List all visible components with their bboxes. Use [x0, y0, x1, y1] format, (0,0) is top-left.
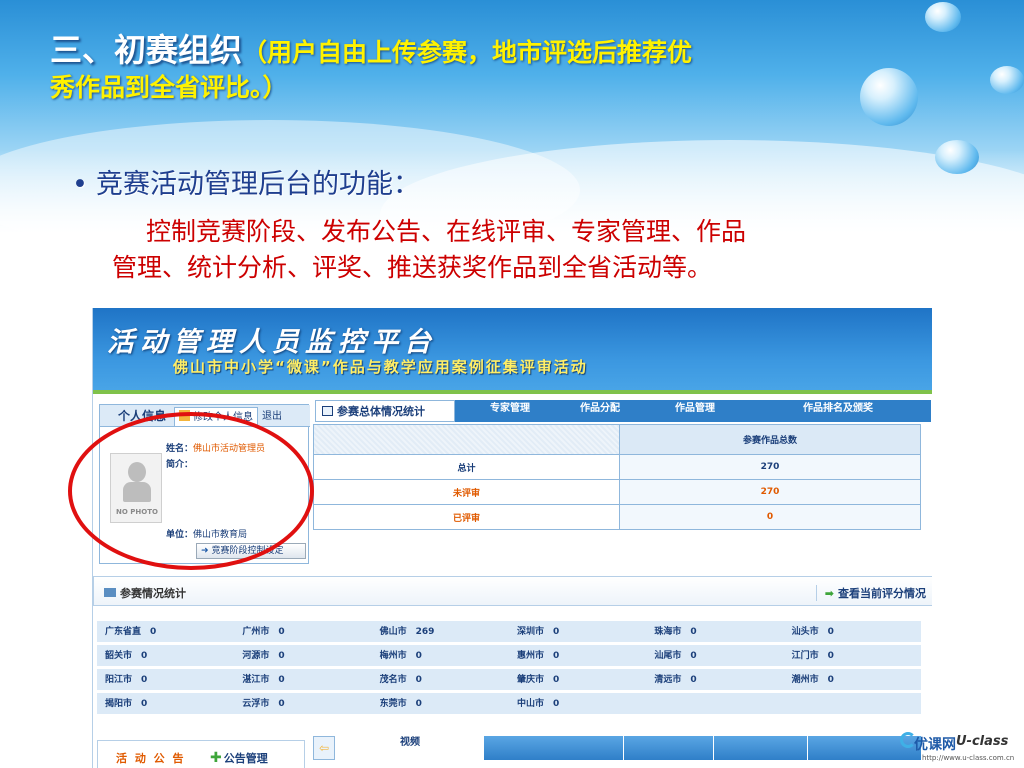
- city-cell: [783, 692, 921, 714]
- slide-title-sub: （用户自由上传参赛，地市评选后推荐优: [242, 38, 693, 67]
- participation-header: 参赛情况统计 ➡ 查看当前评分情况: [93, 576, 932, 606]
- table-row: 总计 270: [313, 454, 921, 480]
- table-header-row: 参赛作品总数: [313, 424, 921, 455]
- city-cell: 汕头市 0: [783, 620, 921, 642]
- city-cell: 云浮市 0: [234, 692, 372, 714]
- water-drop-icon: [935, 140, 979, 174]
- table-row: 揭阳市 0 云浮市 0 东莞市 0 中山市 0: [97, 692, 921, 714]
- logo-cn: 优课网: [914, 737, 956, 753]
- table-header-blank: [313, 424, 620, 455]
- tab-logout[interactable]: 退出: [258, 407, 286, 426]
- row-label: 已评审: [313, 504, 620, 530]
- table-row: 广东省直 0 广州市 0 佛山市 269 深圳市 0 珠海市 0 汕头市 0: [97, 620, 921, 642]
- city-grid: 广东省直 0 广州市 0 佛山市 269 深圳市 0 珠海市 0 汕头市 0 韶…: [97, 618, 921, 716]
- bullet-heading: • 竞赛活动管理后台的功能：: [72, 162, 420, 201]
- banner-divider: [93, 390, 932, 394]
- uclass-logo: 优课网 U-class http://www.u-class.com.cn: [900, 726, 1024, 768]
- view-scores-link[interactable]: ➡ 查看当前评分情况: [815, 585, 926, 601]
- water-drop-icon: [990, 66, 1024, 94]
- video-tab[interactable]: 视频: [337, 736, 483, 760]
- description-text: 控制竞赛阶段、发布公告、在线评审、专家管理、作品 管理、统计分析、评奖、推送获奖…: [112, 214, 982, 287]
- city-cell: 广东省直 0: [97, 620, 235, 642]
- description-line-2: 管理、统计分析、评奖、推送获奖作品到全省活动等。: [112, 253, 713, 283]
- platform-title: 活动管理人员监控平台: [107, 327, 437, 358]
- platform-subtitle: 佛山市中小学“微课”作品与教学应用案例征集评审活动: [173, 358, 588, 376]
- video-slot: [713, 736, 807, 760]
- platform-banner: 活动管理人员监控平台 佛山市中小学“微课”作品与教学应用案例征集评审活动: [93, 308, 932, 394]
- menu-ranking-awards[interactable]: 作品排名及颁奖: [745, 400, 931, 422]
- water-drop-icon: [925, 2, 961, 32]
- slide-title-main: 三、初赛组织: [50, 31, 243, 69]
- city-cell: 珠海市 0: [646, 620, 784, 642]
- city-cell: 韶关市 0: [97, 644, 235, 666]
- participation-title: 参赛情况统计: [104, 585, 186, 601]
- city-cell: [646, 692, 784, 714]
- video-bar: ⇦ 视频: [313, 736, 921, 760]
- city-cell: 深圳市 0: [508, 620, 647, 642]
- video-slot: [483, 736, 623, 760]
- notice-manage-button[interactable]: ✚ 公告管理: [210, 750, 268, 766]
- city-cell: 潮州市 0: [783, 668, 921, 690]
- arrow-right-icon: ➡: [824, 587, 834, 600]
- row-value: 270: [619, 479, 921, 505]
- city-cell: 肇庆市 0: [508, 668, 647, 690]
- row-label: 未评审: [313, 479, 620, 505]
- city-cell: 湛江市 0: [234, 668, 372, 690]
- highlight-circle: [68, 412, 314, 570]
- menu-expert-management[interactable]: 专家管理: [465, 400, 555, 422]
- city-cell: 广州市 0: [234, 620, 372, 642]
- city-cell: 佛山市 269: [371, 620, 509, 642]
- table-row: 已评审 0: [313, 504, 921, 530]
- row-value: 270: [619, 454, 921, 480]
- logo-en: U-class: [956, 734, 1009, 749]
- notice-title: 活 动 公 告: [116, 752, 186, 765]
- city-cell: 梅州市 0: [371, 644, 509, 666]
- table-row: 阳江市 0 湛江市 0 茂名市 0 肇庆市 0 清远市 0 潮州市 0: [97, 668, 921, 690]
- city-cell: 江门市 0: [783, 644, 921, 666]
- city-cell: 惠州市 0: [508, 644, 647, 666]
- top-menu: 参赛总体情况统计 专家管理 作品分配 作品管理 作品排名及颁奖: [315, 400, 931, 422]
- city-cell: 阳江市 0: [97, 668, 235, 690]
- row-value: 0: [619, 504, 921, 530]
- logo-url: http://www.u-class.com.cn: [922, 754, 1015, 762]
- city-cell: 东莞市 0: [371, 692, 509, 714]
- table-row: 未评审 270: [313, 479, 921, 505]
- city-cell: 揭阳市 0: [97, 692, 235, 714]
- video-slot: [623, 736, 713, 760]
- city-cell: 中山市 0: [508, 692, 647, 714]
- notice-panel: 活 动 公 告 ✚ 公告管理: [97, 740, 305, 768]
- participation-title-text: 参赛情况统计: [120, 587, 186, 600]
- city-cell: 河源市 0: [234, 644, 372, 666]
- chart-icon: [104, 588, 116, 597]
- city-cell: 清远市 0: [646, 668, 784, 690]
- tab-overall-stats-label: 参赛总体情况统计: [337, 405, 425, 418]
- city-cell: 汕尾市 0: [646, 644, 784, 666]
- notice-manage-label: 公告管理: [223, 752, 268, 765]
- table-header-total-works: 参赛作品总数: [619, 424, 921, 455]
- slide-title-sub-2: 秀作品到全省评比。）: [50, 72, 288, 102]
- menu-work-assignment[interactable]: 作品分配: [555, 400, 645, 422]
- view-scores-label: 查看当前评分情况: [838, 587, 926, 600]
- stats-table: 参赛作品总数 总计 270 未评审 270 已评审 0: [313, 424, 921, 530]
- bullet-text: 竞赛活动管理后台的功能：: [96, 169, 420, 200]
- row-label: 总计: [313, 454, 620, 480]
- city-cell: 茂名市 0: [371, 668, 509, 690]
- table-row: 韶关市 0 河源市 0 梅州市 0 惠州市 0 汕尾市 0 江门市 0: [97, 644, 921, 666]
- prev-arrow-icon[interactable]: ⇦: [313, 736, 335, 760]
- stats-icon: [322, 406, 333, 416]
- bullet-dot-icon: •: [72, 169, 88, 200]
- slide-title: 三、初赛组织（用户自由上传参赛，地市评选后推荐优 秀作品到全省评比。）: [50, 30, 970, 104]
- description-line-1: 控制竞赛阶段、发布公告、在线评审、专家管理、作品: [146, 217, 747, 246]
- menu-work-management[interactable]: 作品管理: [645, 400, 745, 422]
- tab-overall-stats[interactable]: 参赛总体情况统计: [315, 400, 455, 422]
- plus-icon: ✚: [210, 750, 222, 766]
